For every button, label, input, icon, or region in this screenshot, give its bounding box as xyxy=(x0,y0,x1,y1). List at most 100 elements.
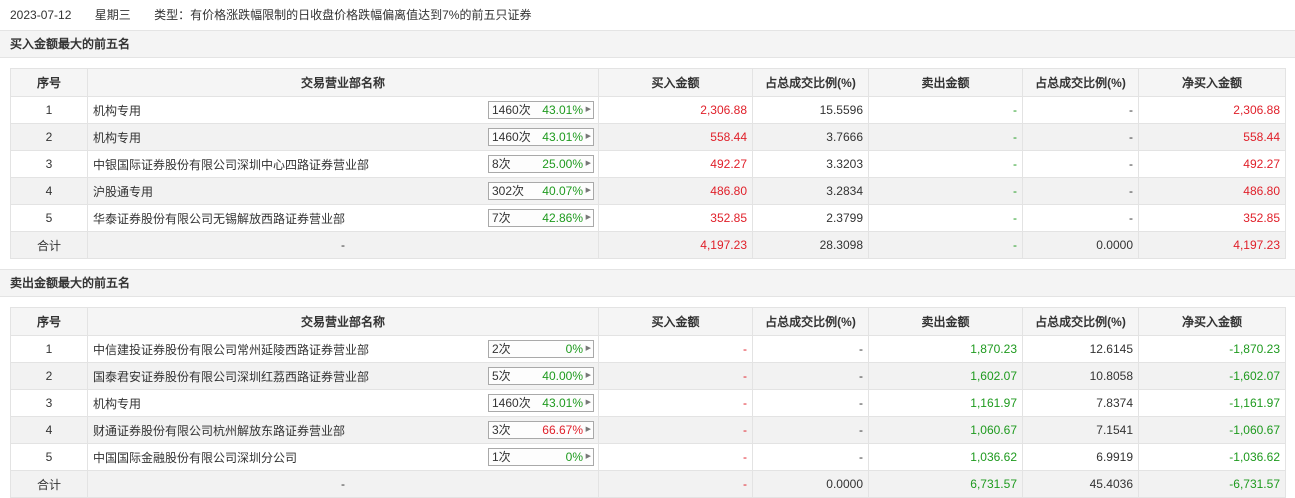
col-seq: 序号 xyxy=(10,68,88,97)
sell-amount: 1,036.62 xyxy=(868,443,1023,471)
sell-amount: 1,060.67 xyxy=(868,416,1023,444)
buy-ratio: - xyxy=(752,443,869,471)
dept-stats-badge[interactable]: 1460次 43.01% ▶ xyxy=(488,101,594,119)
col-sell[interactable]: 卖出金额 xyxy=(868,307,1023,336)
sell-ratio: 10.8058 xyxy=(1022,362,1139,390)
col-buy-ratio[interactable]: 占总成交比例(%) xyxy=(752,307,869,336)
dept-name: 中国国际金融股份有限公司深圳分公司 xyxy=(93,450,298,465)
dept-stats-badge[interactable]: 8次 25.00% ▶ xyxy=(488,155,594,173)
row-seq: 2 xyxy=(10,362,88,390)
table-row: 5 中国国际金融股份有限公司深圳分公司 1次 0% ▶ - -1,036.62 6.9919-… xyxy=(10,443,1286,471)
table-header-row: 序号 交易营业部名称 买入金额 占总成交比例(%) 卖出金额 占总成交比例(%)… xyxy=(10,68,1286,97)
table-row: 4 沪股通专用 302次 40.07% ▶ 486.80 3.2834- -486.80 xyxy=(10,177,1286,205)
col-buy-ratio[interactable]: 占总成交比例(%) xyxy=(752,68,869,97)
total-sell: 6,731.57 xyxy=(868,470,1023,498)
buy-amount: - xyxy=(598,362,753,390)
dept-win-rate: 43.01% xyxy=(542,396,583,410)
total-net: 4,197.23 xyxy=(1138,231,1286,259)
col-seq: 序号 xyxy=(10,307,88,336)
dept-stats-badge[interactable]: 7次 42.86% ▶ xyxy=(488,209,594,227)
buy-amount: 486.80 xyxy=(598,177,753,205)
dept-trade-count: 8次 xyxy=(492,157,511,171)
dept-win-rate: 40.00% xyxy=(542,369,583,383)
col-sell-ratio[interactable]: 占总成交比例(%) xyxy=(1022,307,1139,336)
dept-stats-badge[interactable]: 302次 40.07% ▶ xyxy=(488,182,594,200)
total-dept: - xyxy=(87,231,599,259)
dept-stats-badge[interactable]: 2次 0% ▶ xyxy=(488,340,594,358)
row-seq: 4 xyxy=(10,416,88,444)
caret-right-icon: ▶ xyxy=(585,426,591,433)
row-seq: 3 xyxy=(10,389,88,417)
net-amount: -1,161.97 xyxy=(1138,389,1286,417)
buy-table: 序号 交易营业部名称 买入金额 占总成交比例(%) 卖出金额 占总成交比例(%)… xyxy=(10,68,1286,259)
trade-date: 2023-07-12 xyxy=(10,8,72,22)
buy-amount: - xyxy=(598,335,753,363)
caret-right-icon: ▶ xyxy=(585,214,591,221)
buy-ratio: 3.3203 xyxy=(752,150,869,178)
net-amount: 352.85 xyxy=(1138,204,1286,232)
sell-table-body: 1 中信建投证券股份有限公司常州延陵西路证券营业部 2次 0% ▶ - -1,870.23 1… xyxy=(10,335,1286,498)
row-seq: 4 xyxy=(10,177,88,205)
dept-trade-count: 7次 xyxy=(492,211,511,225)
total-label: 合计 xyxy=(10,470,88,498)
dept-stats-badge[interactable]: 1次 0% ▶ xyxy=(488,448,594,466)
caret-right-icon: ▶ xyxy=(585,453,591,460)
dept-stats-badge[interactable]: 3次 66.67% ▶ xyxy=(488,421,594,439)
dept-name-cell: 华泰证券股份有限公司无锡解放西路证券营业部 7次 42.86% ▶ xyxy=(87,204,599,232)
total-sell-ratio: 45.4036 xyxy=(1022,470,1139,498)
col-sell[interactable]: 卖出金额 xyxy=(868,68,1023,97)
buy-amount: 2,306.88 xyxy=(598,96,753,124)
table-row: 5 华泰证券股份有限公司无锡解放西路证券营业部 7次 42.86% ▶ 352.85 2.3… xyxy=(10,204,1286,232)
net-amount: -1,602.07 xyxy=(1138,362,1286,390)
dept-name: 中信建投证券股份有限公司常州延陵西路证券营业部 xyxy=(93,342,370,357)
dept-name: 财通证券股份有限公司杭州解放东路证券营业部 xyxy=(93,423,346,438)
table-row: 3 中银国际证券股份有限公司深圳中心四路证券营业部 8次 25.00% ▶ 492.27 3… xyxy=(10,150,1286,178)
dept-trade-count: 3次 xyxy=(492,423,511,437)
sell-ratio: - xyxy=(1022,96,1139,124)
buy-table-body: 1 机构专用 1460次 43.01% ▶ 2,306.88 15.5596- -2,306.… xyxy=(10,96,1286,259)
col-buy[interactable]: 买入金额 xyxy=(598,307,753,336)
net-amount: -1,036.62 xyxy=(1138,443,1286,471)
dept-name-cell: 沪股通专用 302次 40.07% ▶ xyxy=(87,177,599,205)
col-sell-ratio[interactable]: 占总成交比例(%) xyxy=(1022,68,1139,97)
total-row: 合计 -4,197.23 28.3098-0.0000 4,197.23 xyxy=(10,231,1286,259)
dept-name: 国泰君安证券股份有限公司深圳红荔西路证券营业部 xyxy=(93,369,370,384)
sell-amount: - xyxy=(868,123,1023,151)
buy-amount: - xyxy=(598,443,753,471)
col-buy[interactable]: 买入金额 xyxy=(598,68,753,97)
buy-section-title: 买入金额最大的前五名 xyxy=(0,30,1295,58)
dept-name-cell: 国泰君安证券股份有限公司深圳红荔西路证券营业部 5次 40.00% ▶ xyxy=(87,362,599,390)
sell-amount: - xyxy=(868,150,1023,178)
table-row: 1 机构专用 1460次 43.01% ▶ 2,306.88 15.5596- -2,306.… xyxy=(10,96,1286,124)
net-amount: -1,870.23 xyxy=(1138,335,1286,363)
net-amount: 558.44 xyxy=(1138,123,1286,151)
col-net[interactable]: 净买入金额 xyxy=(1138,68,1286,97)
dept-name-cell: 中银国际证券股份有限公司深圳中心四路证券营业部 8次 25.00% ▶ xyxy=(87,150,599,178)
caret-right-icon: ▶ xyxy=(585,133,591,140)
col-net[interactable]: 净买入金额 xyxy=(1138,307,1286,336)
dept-trade-count: 1次 xyxy=(492,450,511,464)
total-buy: - xyxy=(598,470,753,498)
dept-trade-count: 302次 xyxy=(492,184,525,198)
dept-stats-badge[interactable]: 5次 40.00% ▶ xyxy=(488,367,594,385)
total-sell: - xyxy=(868,231,1023,259)
sell-amount: - xyxy=(868,204,1023,232)
buy-ratio: - xyxy=(752,362,869,390)
col-dept: 交易营业部名称 xyxy=(87,307,599,336)
sell-ratio: - xyxy=(1022,177,1139,205)
total-dept: - xyxy=(87,470,599,498)
caret-right-icon: ▶ xyxy=(585,106,591,113)
dept-name-cell: 机构专用 1460次 43.01% ▶ xyxy=(87,389,599,417)
buy-ratio: - xyxy=(752,389,869,417)
net-amount: 486.80 xyxy=(1138,177,1286,205)
type-description: 类型：有价格涨跌幅限制的日收盘价格跌幅偏离值达到7%的前五只证券 xyxy=(154,8,532,22)
dept-trade-count: 2次 xyxy=(492,342,511,356)
sell-ratio: 7.8374 xyxy=(1022,389,1139,417)
dept-stats-badge[interactable]: 1460次 43.01% ▶ xyxy=(488,128,594,146)
caret-right-icon: ▶ xyxy=(585,187,591,194)
caret-right-icon: ▶ xyxy=(585,372,591,379)
dept-stats-badge[interactable]: 1460次 43.01% ▶ xyxy=(488,394,594,412)
row-seq: 3 xyxy=(10,150,88,178)
total-buy-ratio: 0.0000 xyxy=(752,470,869,498)
buy-table-wrap: 序号 交易营业部名称 买入金额 占总成交比例(%) 卖出金额 占总成交比例(%)… xyxy=(0,58,1295,259)
